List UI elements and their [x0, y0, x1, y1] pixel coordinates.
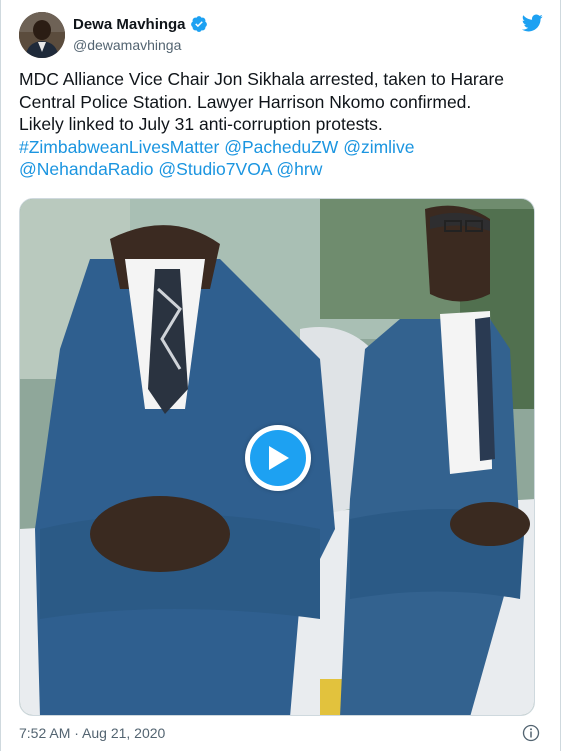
- timestamp[interactable]: 7:52 AM · Aug 21, 2020: [19, 725, 165, 741]
- tweet-text: MDC Alliance Vice Chair Jon Sikhala arre…: [19, 68, 544, 181]
- verified-badge-icon: [190, 16, 207, 32]
- tweet-text-line: Likely linked to July 31 anti-corruption…: [19, 114, 383, 134]
- info-icon[interactable]: [522, 724, 540, 742]
- handle[interactable]: @dewamavhinga: [73, 37, 181, 53]
- video-thumbnail[interactable]: [19, 198, 535, 716]
- tweet-text-line: MDC Alliance Vice Chair Jon Sikhala arre…: [19, 69, 505, 89]
- tweet-card: Dewa Mavhinga @dewamavhinga MDC Alliance…: [0, 0, 561, 751]
- tweet-footer: 7:52 AM · Aug 21, 2020: [19, 724, 544, 744]
- display-name[interactable]: Dewa Mavhinga: [73, 16, 186, 33]
- mention-link[interactable]: @PacheduZW: [224, 137, 338, 157]
- mention-link[interactable]: @NehandaRadio: [19, 159, 154, 179]
- tweet-links-line: @NehandaRadio @Studio7VOA @hrw: [19, 158, 544, 181]
- tweet-links-line: #ZimbabweanLivesMatter @PacheduZW @ziml​…: [19, 136, 544, 159]
- mention-link[interactable]: @Studio7VOA: [158, 159, 271, 179]
- twitter-bird-icon[interactable]: [520, 12, 544, 34]
- avatar[interactable]: [19, 12, 65, 58]
- play-button[interactable]: [245, 425, 311, 491]
- hashtag-link[interactable]: #ZimbabweanLivesMatter: [19, 137, 219, 157]
- mention-link[interactable]: @ziml​ive: [343, 137, 414, 157]
- name-row: Dewa Mavhinga: [73, 15, 208, 33]
- tweet-text-line: Central Police Station. Lawyer Harrison …: [19, 91, 472, 112]
- play-button-circle: [250, 430, 306, 486]
- tweet-header: Dewa Mavhinga @dewamavhinga: [19, 12, 544, 60]
- mention-link[interactable]: @hrw: [276, 159, 322, 179]
- play-icon: [269, 446, 289, 470]
